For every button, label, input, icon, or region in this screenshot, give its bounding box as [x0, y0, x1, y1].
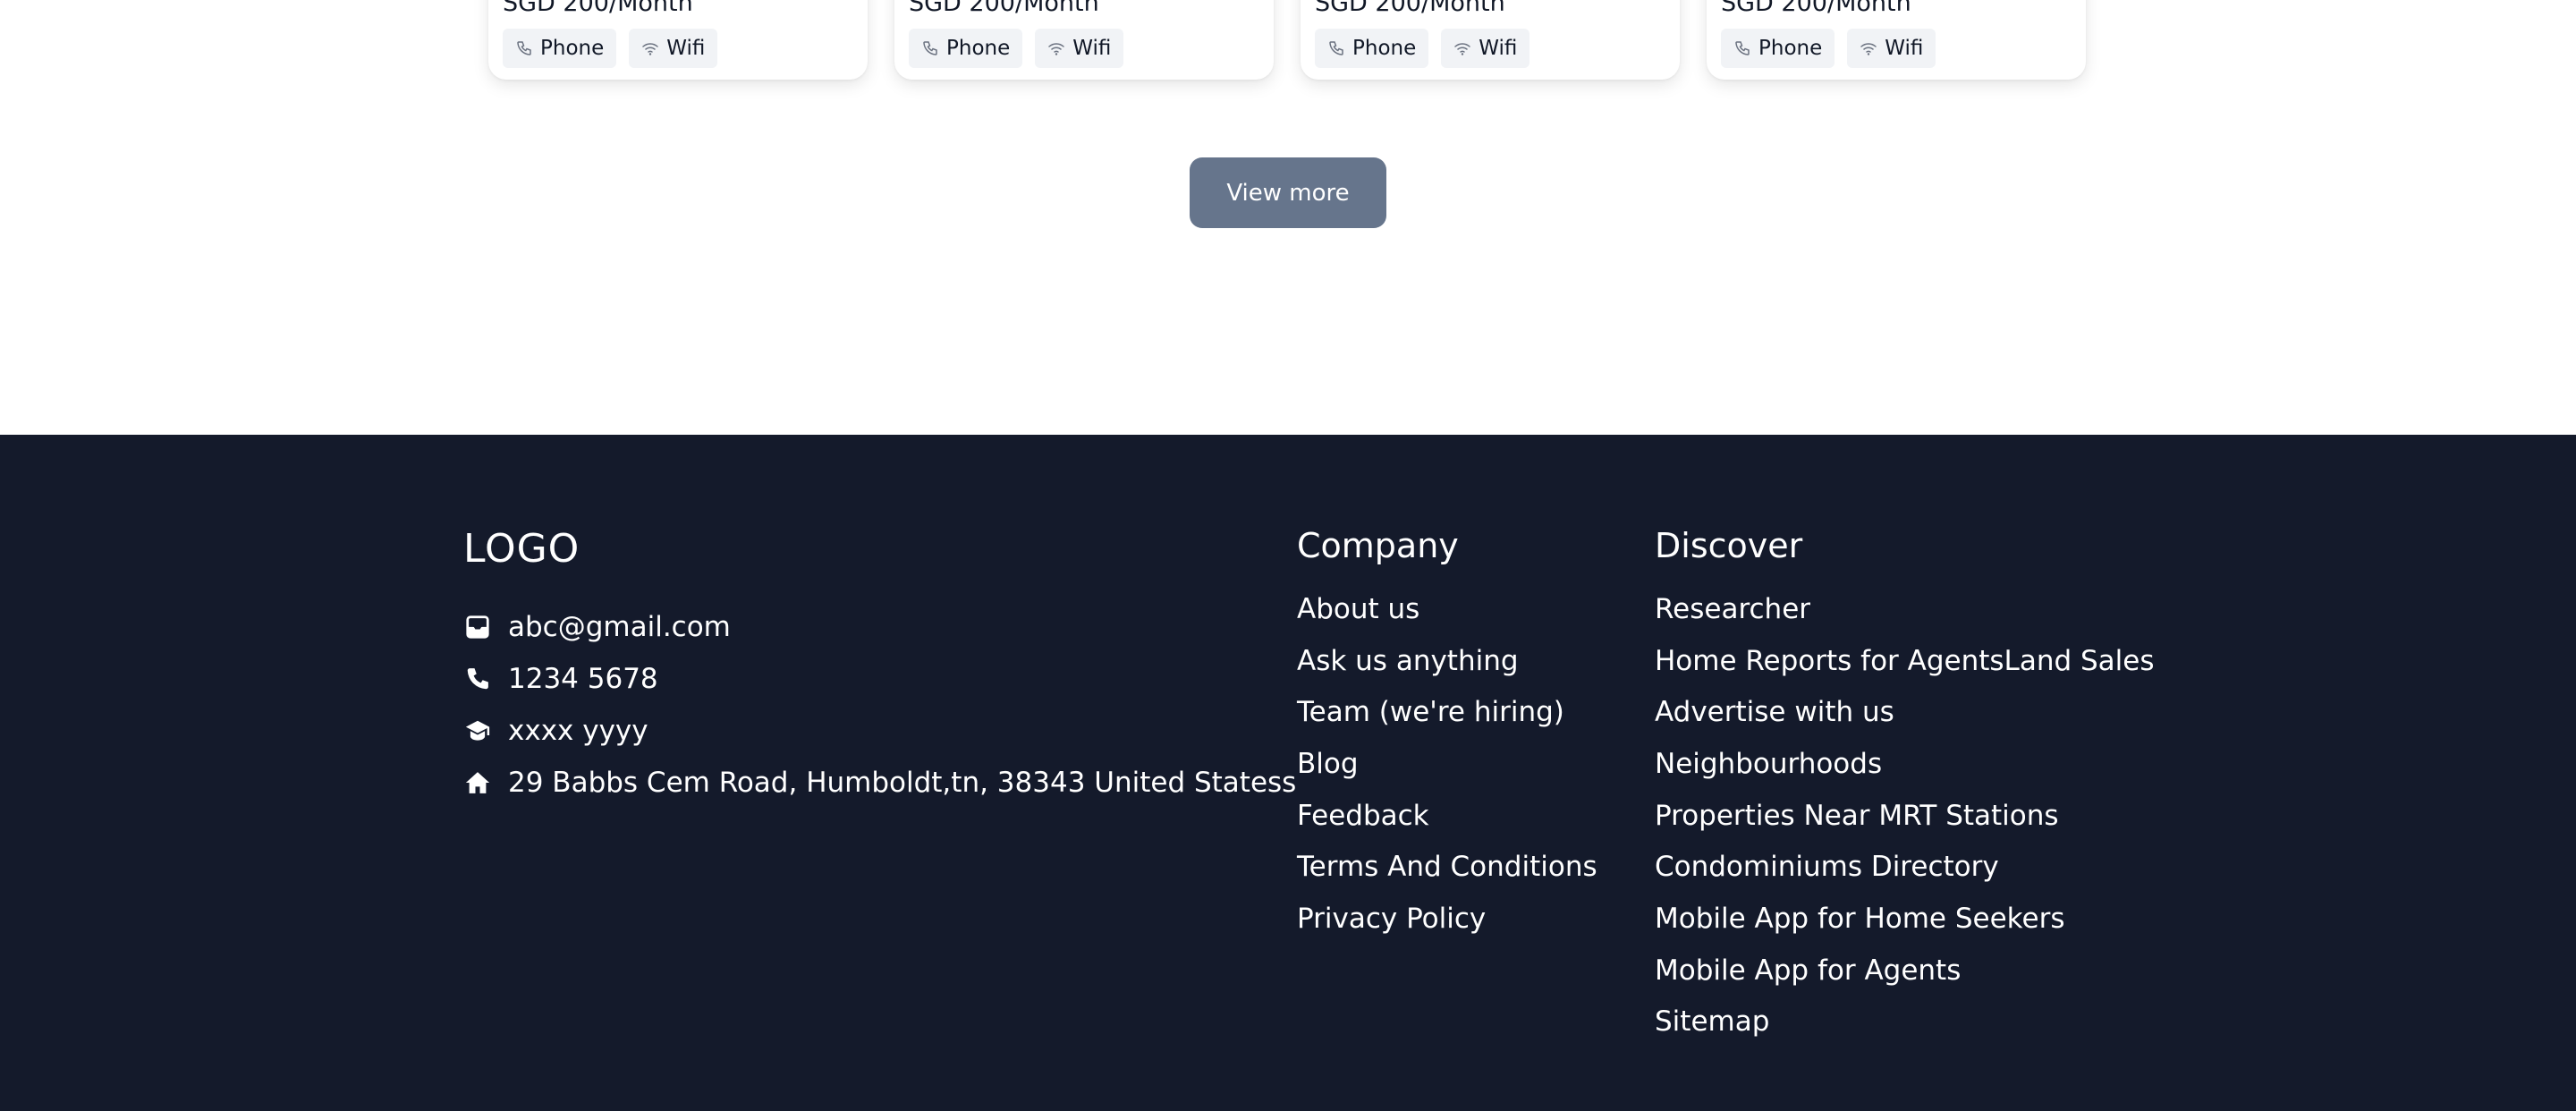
amenity-label: Phone [1758, 37, 1823, 60]
amenity-chip-wifi: Wifi [1847, 29, 1936, 68]
discover-heading: Discover [1655, 526, 1803, 565]
phone-icon [515, 39, 533, 57]
footer-link-item: Ask us anything [1297, 635, 1597, 687]
amenity-list: Phone Wifi [1721, 29, 1936, 68]
contact-education: xxxx yyyy [463, 705, 1296, 757]
discover-links: Researcher Home Reports for AgentsLand S… [1655, 583, 2155, 1047]
company-links-column: Company About us Ask us anything Team (w… [1297, 526, 1597, 945]
link-ask-us-anything[interactable]: Ask us anything [1297, 645, 1519, 677]
view-more-button[interactable]: View more [1190, 157, 1386, 228]
amenity-label: Phone [540, 37, 605, 60]
footer-link-item: Sitemap [1655, 997, 2155, 1048]
link-app-home-seekers[interactable]: Mobile App for Home Seekers [1655, 903, 2064, 935]
amenity-list: Phone Wifi [503, 29, 718, 68]
link-mrt-properties[interactable]: Properties Near MRT Stations [1655, 800, 2059, 832]
link-blog[interactable]: Blog [1297, 748, 1359, 780]
card-price: SGD 200/Month [1721, 0, 1911, 17]
contact-phone-text[interactable]: 1234 5678 [508, 663, 658, 695]
footer-link-item: Neighbourhoods [1655, 738, 2155, 790]
amenity-label: Wifi [1479, 37, 1518, 60]
link-condo-directory[interactable]: Condominiums Directory [1655, 851, 1999, 883]
footer-link-item: Blog [1297, 738, 1597, 790]
phone-icon [1733, 39, 1751, 57]
contact-email-text[interactable]: abc@gmail.com [508, 611, 731, 643]
wifi-icon [641, 39, 659, 57]
home-icon [463, 768, 492, 797]
listing-card[interactable]: SGD 200/Month Phone Wifi [1707, 0, 2086, 80]
amenity-chip-phone: Phone [503, 29, 617, 68]
amenity-list: Phone Wifi [1315, 29, 1530, 68]
contact-phone: 1234 5678 [463, 653, 1296, 705]
link-terms[interactable]: Terms And Conditions [1297, 851, 1597, 883]
footer-link-item: About us [1297, 583, 1597, 635]
link-privacy-policy[interactable]: Privacy Policy [1297, 903, 1486, 935]
footer-link-item: Mobile App for Home Seekers [1655, 893, 2155, 945]
inbox-icon [463, 613, 492, 641]
listing-section: SGD 200/Month Phone Wifi SGD 200/Month P… [0, 0, 2576, 435]
amenity-chip-phone: Phone [1315, 29, 1429, 68]
amenity-chip-wifi: Wifi [1035, 29, 1124, 68]
contact-address-text: 29 Babbs Cem Road, Humboldt,tn, 38343 Un… [508, 767, 1297, 799]
link-sitemap[interactable]: Sitemap [1655, 1005, 1769, 1038]
amenity-label: Wifi [1072, 37, 1112, 60]
phone-icon [921, 39, 939, 57]
link-advertise[interactable]: Advertise with us [1655, 696, 1894, 728]
footer-logo[interactable]: LOGO [463, 526, 580, 572]
phone-icon [1327, 39, 1345, 57]
amenity-label: Phone [946, 37, 1011, 60]
card-price: SGD 200/Month [1315, 0, 1505, 17]
footer-link-item: Home Reports for AgentsLand Sales [1655, 635, 2155, 687]
amenity-label: Wifi [1885, 37, 1924, 60]
listing-card[interactable]: SGD 200/Month Phone Wifi [488, 0, 868, 80]
link-home-reports[interactable]: Home Reports for AgentsLand Sales [1655, 645, 2155, 677]
amenity-chip-wifi: Wifi [1441, 29, 1530, 68]
footer-link-item: Mobile App for Agents [1655, 945, 2155, 997]
contact-list: abc@gmail.com 1234 5678 xxxx yyyy 29 Bab… [463, 601, 1296, 809]
contact-education-text: xxxx yyyy [508, 715, 648, 747]
amenity-label: Phone [1352, 37, 1417, 60]
footer-link-item: Team (we're hiring) [1297, 686, 1597, 738]
amenity-label: Wifi [666, 37, 706, 60]
wifi-icon [1047, 39, 1065, 57]
site-footer: LOGO abc@gmail.com 1234 5678 xxxx yyyy 2… [0, 435, 2576, 1111]
link-team[interactable]: Team (we're hiring) [1297, 696, 1564, 728]
graduation-cap-icon [463, 717, 492, 745]
listing-card[interactable]: SGD 200/Month Phone Wifi [894, 0, 1274, 80]
company-links: About us Ask us anything Team (we're hir… [1297, 583, 1597, 945]
discover-links-column: Discover Researcher Home Reports for Age… [1655, 526, 2155, 1047]
link-neighbourhoods[interactable]: Neighbourhoods [1655, 748, 1882, 780]
card-price: SGD 200/Month [909, 0, 1099, 17]
amenity-chip-wifi: Wifi [629, 29, 718, 68]
amenity-chip-phone: Phone [909, 29, 1023, 68]
footer-link-item: Advertise with us [1655, 686, 2155, 738]
footer-link-item: Condominiums Directory [1655, 841, 2155, 893]
wifi-icon [1453, 39, 1471, 57]
wifi-icon [1860, 39, 1877, 57]
footer-link-item: Feedback [1297, 790, 1597, 842]
phone-icon [463, 665, 492, 693]
link-app-agents[interactable]: Mobile App for Agents [1655, 954, 1961, 987]
footer-link-item: Properties Near MRT Stations [1655, 790, 2155, 842]
listing-card[interactable]: SGD 200/Month Phone Wifi [1301, 0, 1680, 80]
amenity-chip-phone: Phone [1721, 29, 1835, 68]
link-feedback[interactable]: Feedback [1297, 800, 1429, 832]
footer-link-item: Researcher [1655, 583, 2155, 635]
link-about-us[interactable]: About us [1297, 593, 1419, 625]
contact-address: 29 Babbs Cem Road, Humboldt,tn, 38343 Un… [463, 757, 1296, 809]
footer-link-item: Privacy Policy [1297, 893, 1597, 945]
amenity-list: Phone Wifi [909, 29, 1124, 68]
footer-link-item: Terms And Conditions [1297, 841, 1597, 893]
contact-email: abc@gmail.com [463, 601, 1296, 653]
link-researcher[interactable]: Researcher [1655, 593, 1810, 625]
company-heading: Company [1297, 526, 1459, 565]
card-price: SGD 200/Month [503, 0, 693, 17]
